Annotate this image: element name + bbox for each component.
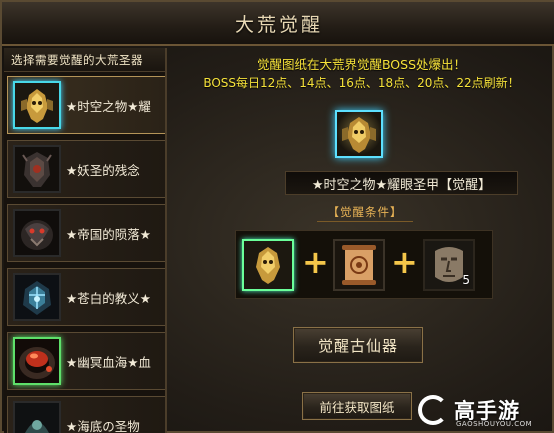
selected-item-name-box: ★时空之物★耀眼圣甲【觉醒】 xyxy=(285,171,518,195)
dark-armor-icon xyxy=(13,145,61,193)
awakening-detail-panel: 觉醒图纸在大荒界觉醒BOSS处爆出！ BOSS每日12点、14点、16点、18点… xyxy=(169,48,554,433)
conditions-heading: 【觉醒条件】 xyxy=(317,204,413,222)
artifact-list-item-label: ★时空之物★耀 xyxy=(66,98,151,114)
selected-item-name: ★时空之物★耀眼圣甲【觉醒】 xyxy=(311,177,492,193)
scroll-blueprint-icon[interactable] xyxy=(333,239,385,291)
artifact-list-item-label: ★海底の圣物 xyxy=(66,418,140,433)
golden-mask-armor-icon[interactable] xyxy=(242,239,294,291)
artifact-list-item[interactable]: ★妖圣的残念 xyxy=(7,140,165,198)
plus-icon: + xyxy=(391,243,418,281)
artifact-list-item[interactable]: ★海底の圣物 xyxy=(7,396,165,433)
materials-row: + + 5 xyxy=(235,230,493,299)
blood-ring-icon xyxy=(13,337,61,385)
get-blueprint-button[interactable]: 前往获取图纸 xyxy=(302,392,412,420)
awakening-window: 大荒觉醒 选择需要觉醒的大荒圣器 ★时空之物★耀 ★妖圣的残念 ★帝国的陨落★ … xyxy=(0,0,554,433)
artifact-list-header: 选择需要觉醒的大荒圣器 xyxy=(4,48,165,72)
artifact-list-item[interactable]: ★帝国的陨落★ xyxy=(7,204,165,262)
stone-face-icon[interactable]: 5 xyxy=(423,239,475,291)
awaken-button[interactable]: 觉醒古仙器 xyxy=(293,327,423,363)
artifact-list-item[interactable]: ★幽冥血海★血 xyxy=(7,332,165,390)
title-bar: 大荒觉醒 xyxy=(2,2,554,46)
blue-crystal-helmet-icon xyxy=(13,273,61,321)
drop-notice: 觉醒图纸在大荒界觉醒BOSS处爆出！ xyxy=(256,57,467,72)
artifact-list-item-label: ★幽冥血海★血 xyxy=(66,354,151,370)
artifact-list-item[interactable]: ★时空之物★耀 xyxy=(7,76,165,134)
sea-relic-icon xyxy=(13,401,61,433)
golden-mask-armor-icon xyxy=(13,81,61,129)
refresh-notice: BOSS每日12点、14点、16点、18点、20点、22点刷新！ xyxy=(203,76,520,90)
plus-icon: + xyxy=(302,243,329,281)
artifact-list-item-label: ★帝国的陨落★ xyxy=(66,226,151,242)
artifact-list-item-label: ★妖圣的残念 xyxy=(66,162,140,178)
watermark-domain: GAOSHOUYOU.COM xyxy=(456,420,533,428)
window-title: 大荒觉醒 xyxy=(234,13,323,36)
gaoshouyou-logo-icon xyxy=(418,395,448,425)
artifact-list-item-label: ★苍白的教义★ xyxy=(66,290,151,306)
gaoshouyou-watermark: 高手游 GAOSHOUYOU.COM xyxy=(418,393,546,428)
material-count: 5 xyxy=(462,273,470,287)
artifact-list-panel[interactable]: 选择需要觉醒的大荒圣器 ★时空之物★耀 ★妖圣的残念 ★帝国的陨落★ ★苍白的教… xyxy=(4,48,167,433)
artifact-list-item[interactable]: ★苍白的教义★ xyxy=(7,268,165,326)
golden-mask-armor-icon xyxy=(335,110,383,158)
dark-dragon-armor-icon xyxy=(13,209,61,257)
